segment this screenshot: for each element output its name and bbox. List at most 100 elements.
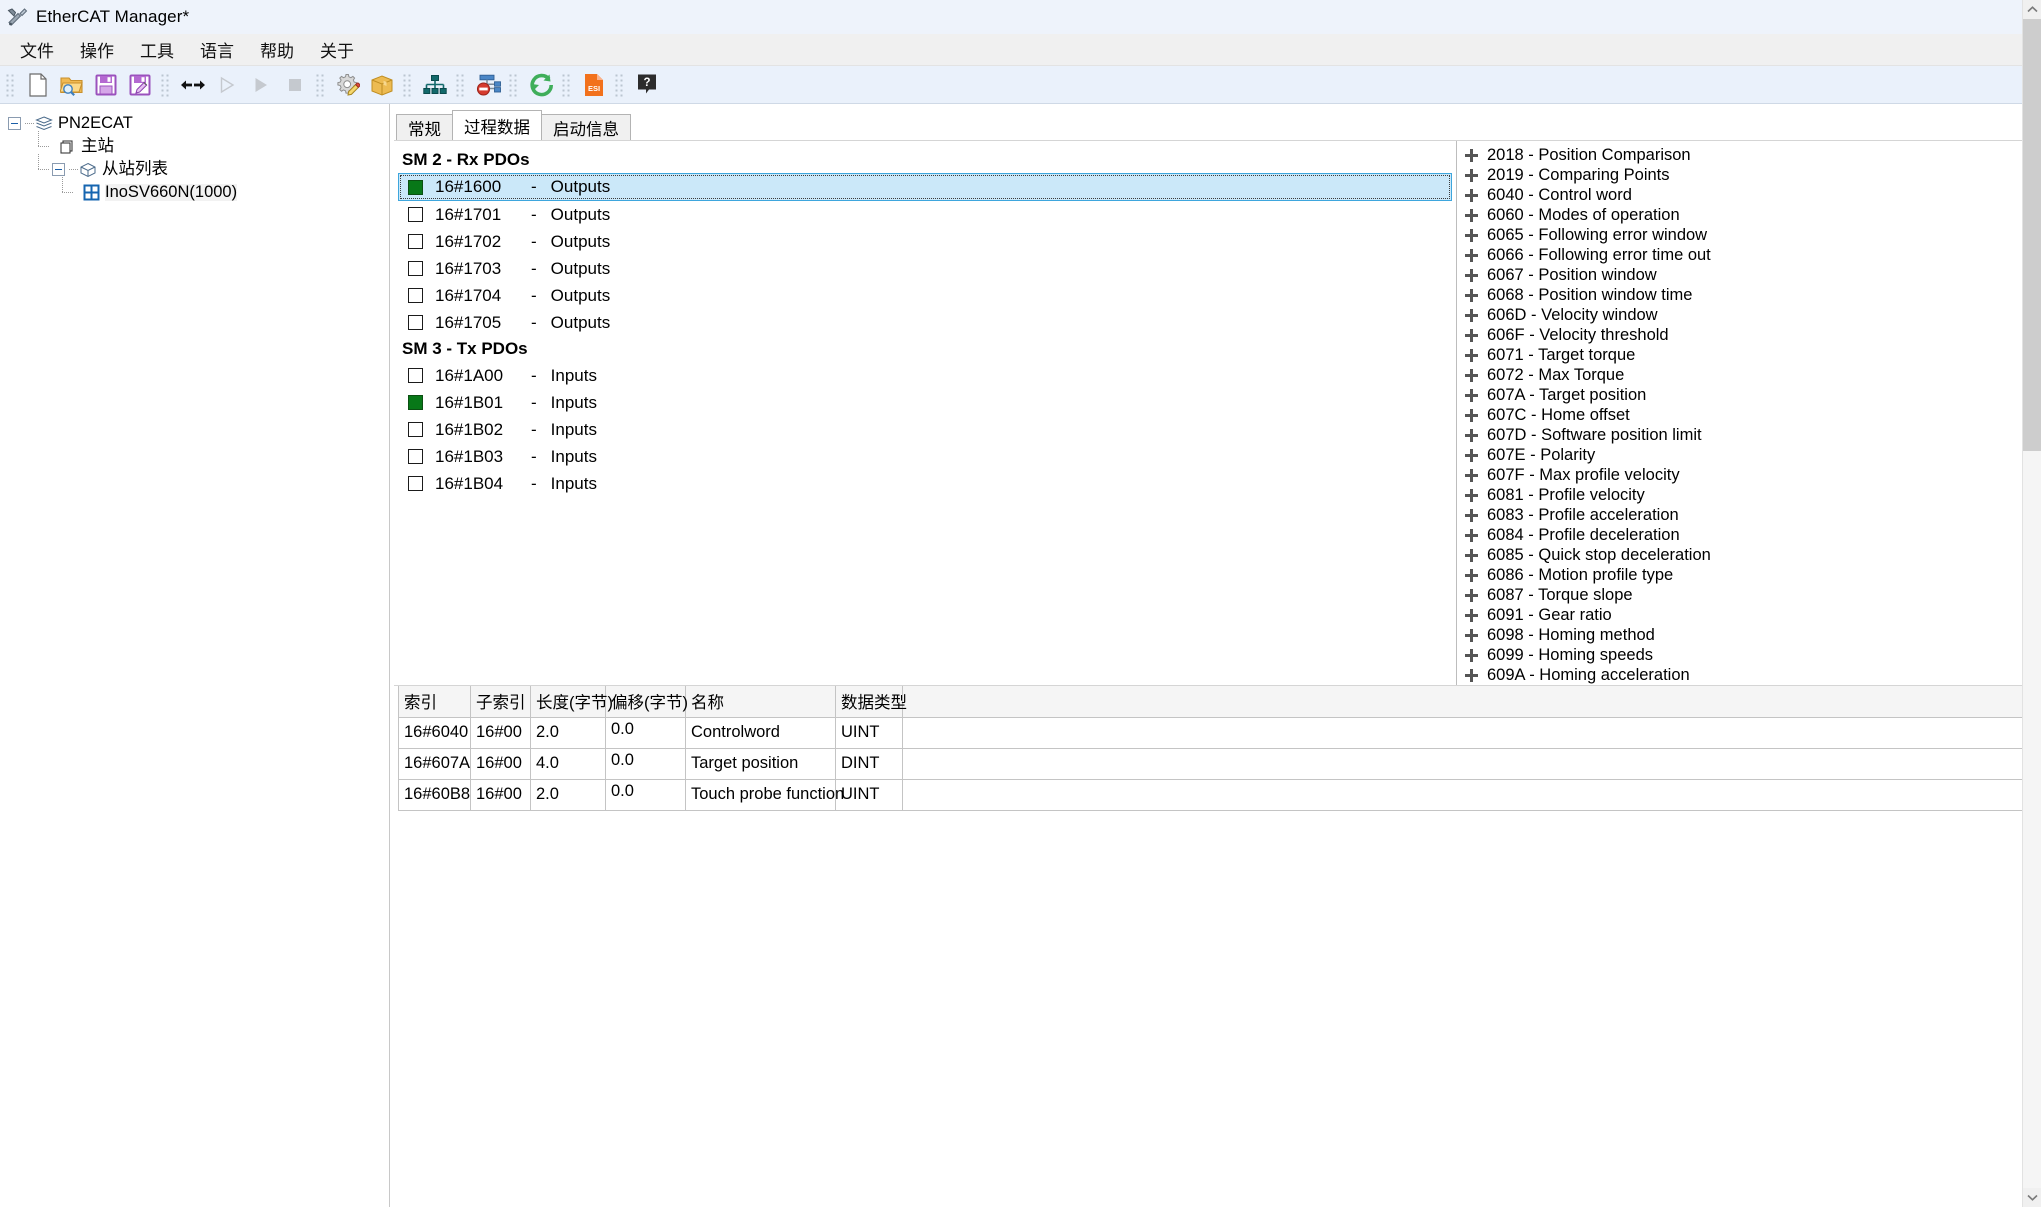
pdo-row-1702[interactable]: 16#1702 - Outputs (398, 228, 1456, 255)
od-entry-606D[interactable]: 606D - Velocity window (1457, 305, 2041, 325)
connect-button[interactable] (178, 70, 208, 100)
od-entry-6083[interactable]: 6083 - Profile acceleration (1457, 505, 2041, 525)
pdo-row-1B03[interactable]: 16#1B03 - Inputs (398, 443, 1456, 470)
od-entry-6085[interactable]: 6085 - Quick stop deceleration (1457, 545, 2041, 565)
od-entry-6040[interactable]: 6040 - Control word (1457, 185, 2041, 205)
help-button[interactable]: ? (632, 70, 662, 100)
pdo-checkbox-1B03[interactable] (408, 449, 423, 464)
menu-language[interactable]: 语言 (188, 34, 246, 65)
pdo-checkbox-1703[interactable] (408, 261, 423, 276)
toolbar-grip-4[interactable] (402, 72, 413, 97)
pdo-checkbox-1600[interactable] (408, 179, 423, 195)
package-button[interactable] (367, 70, 397, 100)
new-button[interactable] (23, 70, 53, 100)
od-entry-607F[interactable]: 607F - Max profile velocity (1457, 465, 2041, 485)
toolbar-grip-8[interactable] (614, 72, 625, 97)
menu-tools[interactable]: 工具 (128, 34, 186, 65)
expand-plus-icon[interactable] (1465, 148, 1478, 162)
pdo-list-pane[interactable]: SM 2 - Rx PDOs 16#1600 - Outputs 16#1701… (394, 141, 1456, 685)
col-length[interactable]: 长度(字节) (530, 686, 613, 718)
tree-node-slave-list[interactable]: 从站列表 (6, 154, 389, 181)
expand-plus-icon[interactable] (1465, 648, 1478, 662)
scroll-down-arrow-icon[interactable] (2023, 1188, 2041, 1207)
table-row[interactable]: 16#60B8 16#00 2.0 0.0 Touch probe functi… (398, 778, 2041, 811)
toolbar-grip[interactable] (5, 72, 16, 97)
od-entry-2019[interactable]: 2019 - Comparing Points (1457, 165, 2041, 185)
od-entry-6086[interactable]: 6086 - Motion profile type (1457, 565, 2041, 585)
od-entry-6060[interactable]: 6060 - Modes of operation (1457, 205, 2041, 225)
expand-plus-icon[interactable] (1465, 428, 1478, 442)
expand-plus-icon[interactable] (1465, 468, 1478, 482)
scan-network-button[interactable] (420, 70, 450, 100)
col-index[interactable]: 索引 (398, 686, 471, 718)
expand-plus-icon[interactable] (1465, 228, 1478, 242)
od-entry-6065[interactable]: 6065 - Following error window (1457, 225, 2041, 245)
col-offset[interactable]: 偏移(字节) (605, 686, 688, 718)
start-button[interactable] (246, 70, 276, 100)
od-entry-6068[interactable]: 6068 - Position window time (1457, 285, 2041, 305)
expand-plus-icon[interactable] (1465, 208, 1478, 222)
expand-plus-icon[interactable] (1465, 528, 1478, 542)
esi-import-button[interactable]: ESI (579, 70, 609, 100)
tree-node-root[interactable]: PN2ECAT (6, 112, 389, 135)
od-entry-6067[interactable]: 6067 - Position window (1457, 265, 2041, 285)
expand-plus-icon[interactable] (1465, 448, 1478, 462)
od-entry-6071[interactable]: 6071 - Target torque (1457, 345, 2041, 365)
od-entry-6066[interactable]: 6066 - Following error time out (1457, 245, 2041, 265)
pdo-row-1B02[interactable]: 16#1B02 - Inputs (398, 416, 1456, 443)
pdo-checkbox-1B01[interactable] (408, 395, 423, 410)
col-name[interactable]: 名称 (685, 686, 836, 718)
tab-general[interactable]: 常规 (396, 114, 453, 140)
save-button[interactable] (91, 70, 121, 100)
expand-plus-icon[interactable] (1465, 608, 1478, 622)
object-dictionary-pane[interactable]: 2018 - Position Comparison 2019 - Compar… (1456, 141, 2041, 685)
run-button[interactable] (212, 70, 242, 100)
od-entry-607C[interactable]: 607C - Home offset (1457, 405, 2041, 425)
save-as-button[interactable] (125, 70, 155, 100)
pdo-checkbox-1701[interactable] (408, 207, 423, 222)
collapse-icon-slave-list[interactable] (52, 163, 65, 176)
scrollbar-thumb[interactable] (2023, 19, 2041, 451)
od-entry-6099[interactable]: 6099 - Homing speeds (1457, 645, 2041, 665)
disable-node-button[interactable] (473, 70, 503, 100)
refresh-button[interactable] (526, 70, 556, 100)
table-row[interactable]: 16#607A 16#00 4.0 0.0 Target position DI… (398, 747, 2041, 780)
tab-process-data[interactable]: 过程数据 (452, 110, 542, 140)
od-entry-607E[interactable]: 607E - Polarity (1457, 445, 2041, 465)
od-entry-2018[interactable]: 2018 - Position Comparison (1457, 145, 2041, 165)
expand-plus-icon[interactable] (1465, 508, 1478, 522)
expand-plus-icon[interactable] (1465, 268, 1478, 282)
pdo-checkbox-1B04[interactable] (408, 476, 423, 491)
expand-plus-icon[interactable] (1465, 488, 1478, 502)
toolbar-grip-5[interactable] (455, 72, 466, 97)
pdo-row-1A00[interactable]: 16#1A00 - Inputs (398, 362, 1456, 389)
expand-plus-icon[interactable] (1465, 348, 1478, 362)
pdo-checkbox-1704[interactable] (408, 288, 423, 303)
table-row[interactable]: 16#6040 16#00 2.0 0.0 Controlword UINT (398, 716, 2041, 749)
toolbar-grip-6[interactable] (508, 72, 519, 97)
expand-plus-icon[interactable] (1465, 588, 1478, 602)
pdo-row-1B01[interactable]: 16#1B01 - Inputs (398, 389, 1456, 416)
tree-node-master[interactable]: 主站 (6, 131, 389, 158)
pdo-checkbox-1705[interactable] (408, 315, 423, 330)
pdo-row-1703[interactable]: 16#1703 - Outputs (398, 255, 1456, 282)
menu-help[interactable]: 帮助 (248, 34, 306, 65)
od-entry-6081[interactable]: 6081 - Profile velocity (1457, 485, 2041, 505)
menu-about[interactable]: 关于 (308, 34, 366, 65)
col-subindex[interactable]: 子索引 (470, 686, 531, 718)
configure-button[interactable] (333, 70, 363, 100)
expand-plus-icon[interactable] (1465, 308, 1478, 322)
expand-plus-icon[interactable] (1465, 408, 1478, 422)
pdo-row-1705[interactable]: 16#1705 - Outputs (398, 309, 1456, 336)
od-entry-6087[interactable]: 6087 - Torque slope (1457, 585, 2041, 605)
od-entry-6091[interactable]: 6091 - Gear ratio (1457, 605, 2041, 625)
tab-startup-info[interactable]: 启动信息 (541, 114, 631, 140)
expand-plus-icon[interactable] (1465, 548, 1478, 562)
collapse-icon-root[interactable] (8, 117, 21, 130)
pdo-row-1701[interactable]: 16#1701 - Outputs (398, 201, 1456, 228)
od-entry-6098[interactable]: 6098 - Homing method (1457, 625, 2041, 645)
pdo-checkbox-1702[interactable] (408, 234, 423, 249)
expand-plus-icon[interactable] (1465, 188, 1478, 202)
od-entry-609A[interactable]: 609A - Homing acceleration (1457, 665, 2041, 685)
col-datatype[interactable]: 数据类型 (835, 686, 907, 718)
